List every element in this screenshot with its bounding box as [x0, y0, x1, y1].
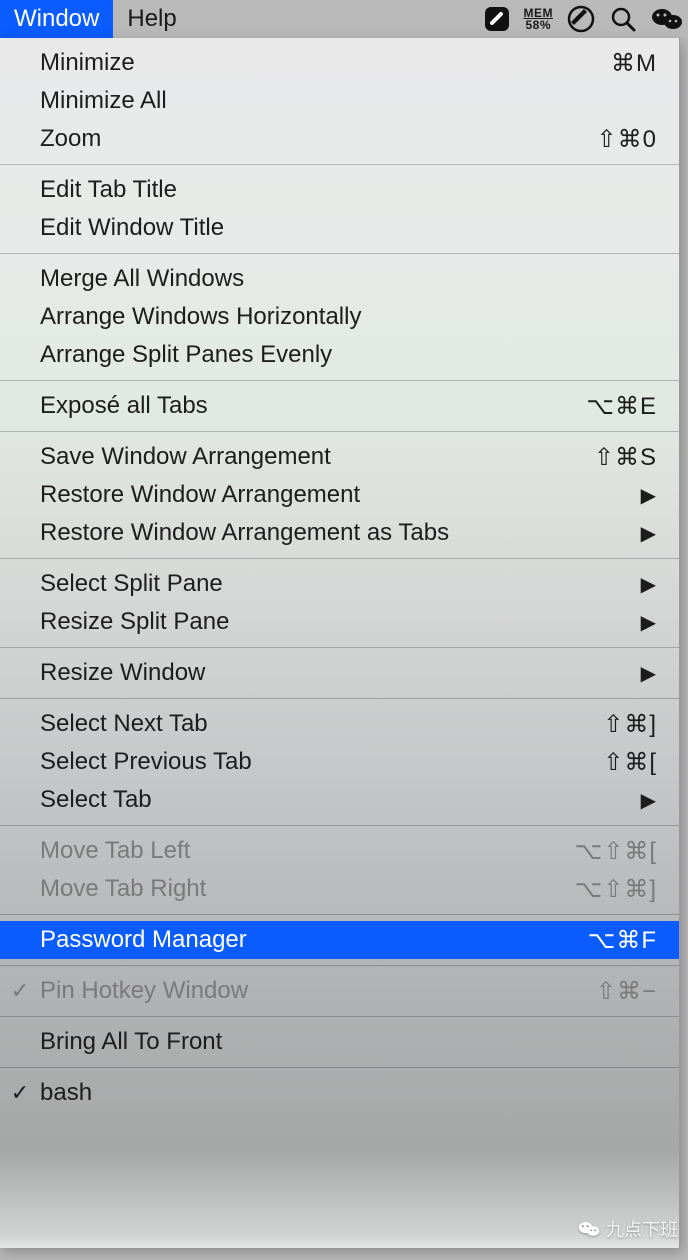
menu-shortcut: ⇧⌘]	[603, 710, 657, 739]
menu-shortcut: ⌥⌘E	[586, 392, 657, 421]
menu-shortcut: ⇧⌘−	[596, 977, 657, 1006]
menu-section: ✓Pin Hotkey Window⇧⌘−	[0, 966, 679, 1016]
menu-item[interactable]: ✓bash	[0, 1074, 679, 1112]
submenu-arrow-icon: ▶	[641, 572, 657, 597]
menu-section: Minimize⌘M Minimize All Zoom⇧⌘0	[0, 38, 679, 164]
menu-item-label: Select Tab	[40, 786, 641, 814]
menu-item[interactable]: Arrange Split Panes Evenly	[0, 336, 679, 374]
submenu-arrow-icon: ▶	[641, 521, 657, 546]
menu-item[interactable]: Zoom⇧⌘0	[0, 120, 679, 158]
watermark: 九点下班	[578, 1216, 678, 1242]
menu-section: Edit Tab Title Edit Window Title	[0, 165, 679, 253]
menu-shortcut: ⇧⌘S	[594, 443, 657, 472]
menu-item-label: Arrange Windows Horizontally	[40, 303, 657, 331]
memory-value: 58%	[525, 19, 551, 31]
menu-item[interactable]: Save Window Arrangement⇧⌘S	[0, 438, 679, 476]
menu-item-label: Merge All Windows	[40, 265, 657, 293]
menubar-help-label: Help	[127, 5, 176, 33]
wechat-icon	[578, 1218, 600, 1240]
menu-shortcut: ⌘M	[611, 49, 657, 78]
menu-item-label: Edit Tab Title	[40, 176, 657, 204]
menu-item-label: Exposé all Tabs	[40, 392, 586, 420]
menu-section: Select Split Pane▶Resize Split Pane▶	[0, 559, 679, 647]
menu-item-label: Select Split Pane	[40, 570, 641, 598]
menu-section: Move Tab Left⌥⇧⌘[Move Tab Right⌥⇧⌘]	[0, 826, 679, 914]
menu-section: Exposé all Tabs⌥⌘E	[0, 381, 679, 431]
menu-item-label: bash	[40, 1079, 657, 1107]
menu-item-label: Minimize All	[40, 87, 657, 115]
menu-shortcut: ⇧⌘0	[597, 125, 657, 154]
submenu-arrow-icon: ▶	[641, 788, 657, 813]
menu-item[interactable]: Restore Window Arrangement▶	[0, 476, 679, 514]
menu-item-label: Resize Split Pane	[40, 608, 641, 636]
menu-shortcut: ⌥⇧⌘]	[575, 875, 657, 904]
menu-item[interactable]: Select Split Pane▶	[0, 565, 679, 603]
window-menu-dropdown: Minimize⌘M Minimize All Zoom⇧⌘0 Edit Tab Ti…	[0, 38, 680, 1248]
submenu-arrow-icon: ▶	[641, 661, 657, 686]
menu-section: Merge All Windows Arrange Windows Horizon…	[0, 254, 679, 380]
submenu-arrow-icon: ▶	[641, 610, 657, 635]
menu-item[interactable]: Restore Window Arrangement as Tabs▶	[0, 514, 679, 552]
menu-item-label: Bring All To Front	[40, 1028, 657, 1056]
menu-item-label: Minimize	[40, 49, 611, 77]
menu-section: Select Next Tab⇧⌘]Select Previous Tab⇧⌘[…	[0, 699, 679, 825]
menu-item-label: Select Previous Tab	[40, 748, 603, 776]
menu-item-label: Zoom	[40, 125, 597, 153]
cleanmymac-icon[interactable]	[484, 6, 510, 32]
menu-item[interactable]: Edit Tab Title	[0, 171, 679, 209]
menu-section: ✓bash	[0, 1068, 679, 1118]
shadowsocks-icon[interactable]	[567, 5, 595, 33]
menu-item[interactable]: Edit Window Title	[0, 209, 679, 247]
search-icon[interactable]	[609, 5, 637, 33]
menu-item-label: Resize Window	[40, 659, 641, 687]
menubar-status-area: MEM 58%	[484, 0, 684, 38]
menu-section: Bring All To Front	[0, 1017, 679, 1067]
menu-shortcut: ⌥⌘F	[588, 926, 657, 955]
watermark-text: 九点下班	[606, 1216, 678, 1242]
menu-item-label: Restore Window Arrangement	[40, 481, 641, 509]
menu-shortcut: ⌥⇧⌘[	[575, 837, 657, 866]
menubar-window[interactable]: Window	[0, 0, 113, 38]
menu-item[interactable]: Minimize All	[0, 82, 679, 120]
menu-section: Resize Window▶	[0, 648, 679, 698]
menu-item-label: Restore Window Arrangement as Tabs	[40, 519, 641, 547]
wechat-icon[interactable]	[651, 6, 683, 32]
menu-item[interactable]: Password Manager⌥⌘F	[0, 921, 679, 959]
menu-item[interactable]: Resize Window▶	[0, 654, 679, 692]
menu-item[interactable]: Select Next Tab⇧⌘]	[0, 705, 679, 743]
menu-item[interactable]: Bring All To Front	[0, 1023, 679, 1061]
menu-item[interactable]: Minimize⌘M	[0, 44, 679, 82]
menu-item[interactable]: Resize Split Pane▶	[0, 603, 679, 641]
menu-item: ✓Pin Hotkey Window⇧⌘−	[0, 972, 679, 1010]
checkmark-icon: ✓	[0, 978, 40, 1004]
menu-item[interactable]: Merge All Windows	[0, 260, 679, 298]
menubar-window-label: Window	[14, 5, 99, 33]
menu-item[interactable]: Select Tab▶	[0, 781, 679, 819]
menu-item-label: Pin Hotkey Window	[40, 977, 596, 1005]
menu-item-label: Select Next Tab	[40, 710, 603, 738]
menu-item-label: Edit Window Title	[40, 214, 657, 242]
memory-indicator[interactable]: MEM 58%	[524, 7, 554, 31]
menubar-help[interactable]: Help	[113, 0, 190, 38]
menu-section: Password Manager⌥⌘F	[0, 915, 679, 965]
checkmark-icon: ✓	[0, 1080, 40, 1106]
submenu-arrow-icon: ▶	[641, 483, 657, 508]
menubar: Window Help MEM 58%	[0, 0, 688, 38]
menu-item: Move Tab Right⌥⇧⌘]	[0, 870, 679, 908]
menu-item: Move Tab Left⌥⇧⌘[	[0, 832, 679, 870]
menu-shortcut: ⇧⌘[	[603, 748, 657, 777]
menu-item[interactable]: Exposé all Tabs⌥⌘E	[0, 387, 679, 425]
menu-item-label: Password Manager	[40, 926, 588, 954]
menu-item[interactable]: Select Previous Tab⇧⌘[	[0, 743, 679, 781]
menu-item-label: Save Window Arrangement	[40, 443, 594, 471]
menu-section: Save Window Arrangement⇧⌘SRestore Window…	[0, 432, 679, 558]
menu-item-label: Arrange Split Panes Evenly	[40, 341, 657, 369]
menu-item-label: Move Tab Left	[40, 837, 575, 865]
menu-item-label: Move Tab Right	[40, 875, 575, 903]
menu-item[interactable]: Arrange Windows Horizontally	[0, 298, 679, 336]
